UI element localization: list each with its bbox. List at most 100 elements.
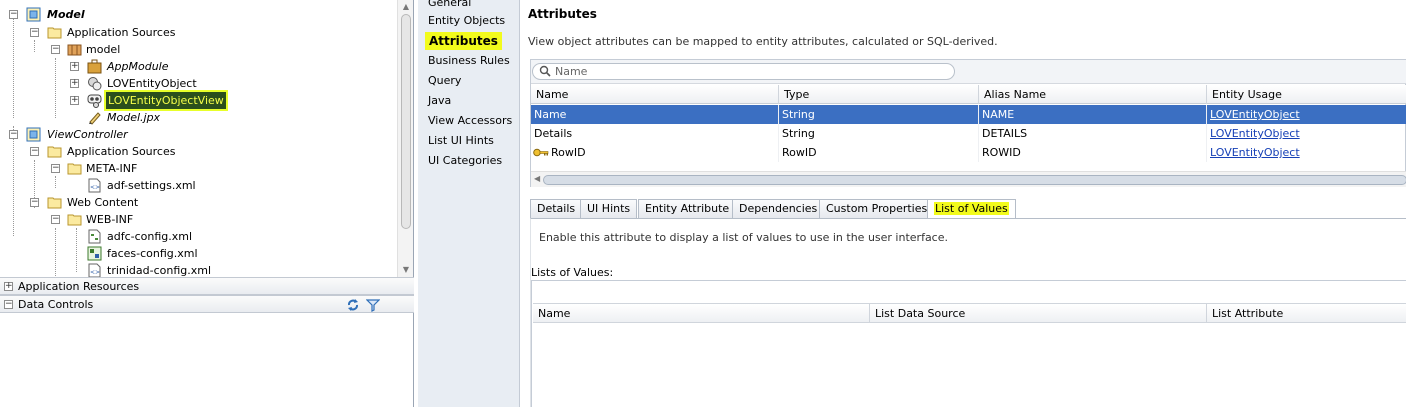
collapse-toggle[interactable]: −: [9, 10, 18, 19]
tab-label: List of Values: [934, 202, 1009, 215]
tab-ui-hints[interactable]: UI Hints: [580, 199, 638, 218]
view-object-icon: [87, 94, 102, 108]
tab-dependencies[interactable]: Dependencies: [732, 199, 825, 218]
lov-table-header: Name List Data Source List Attribute: [533, 303, 1406, 323]
svg-text:<>: <>: [90, 184, 100, 191]
tab-custom-properties[interactable]: Custom Properties: [819, 199, 935, 218]
key-icon: [533, 148, 549, 157]
application-module-icon: [87, 59, 102, 74]
tree-vertical-scrollbar[interactable]: ▲ ▼: [397, 0, 413, 278]
column-header-name[interactable]: Name: [533, 304, 870, 323]
nav-item-business-rules[interactable]: Business Rules: [424, 52, 514, 70]
scroll-down-arrow-icon[interactable]: ▼: [401, 265, 411, 274]
tree-label: META-INF: [86, 162, 138, 175]
search-input[interactable]: [555, 65, 945, 78]
collapse-toggle[interactable]: −: [51, 164, 60, 173]
column-header-type[interactable]: Type: [779, 85, 979, 104]
tree-label: faces-config.xml: [107, 247, 198, 260]
tree-label: WEB-INF: [86, 213, 134, 226]
faces-config-icon: [87, 246, 102, 261]
cell-alias: ROWID: [979, 143, 1207, 162]
application-resources-panel[interactable]: + Application Resources: [0, 277, 414, 295]
page-description: View object attributes can be mapped to …: [528, 35, 998, 48]
project-icon: [26, 127, 41, 142]
tree-label: trinidad-config.xml: [107, 264, 212, 277]
entity-object-icon: [88, 77, 102, 91]
expand-toggle[interactable]: +: [4, 282, 13, 291]
lov-description: Enable this attribute to display a list …: [539, 231, 948, 244]
table-horizontal-scrollbar[interactable]: ◀: [531, 171, 1406, 187]
editor-navigation: General Entity Objects Attributes Busine…: [418, 0, 520, 407]
nav-item-java[interactable]: Java: [424, 92, 455, 110]
column-header-list-attribute[interactable]: List Attribute: [1207, 304, 1406, 323]
data-controls-panel[interactable]: − Data Controls: [0, 295, 414, 313]
column-header-name[interactable]: Name: [531, 85, 779, 104]
cell-alias: NAME: [979, 105, 1207, 124]
nav-item-view-accessors[interactable]: View Accessors: [424, 112, 516, 130]
attributes-table: Name Type Alias Name Entity Usage Name S…: [530, 59, 1406, 187]
collapse-toggle[interactable]: −: [30, 147, 39, 156]
taskflow-file-icon: [88, 229, 101, 244]
scrollbar-thumb[interactable]: [543, 175, 1406, 185]
project-icon: [26, 7, 41, 22]
nav-item-attributes[interactable]: Attributes: [425, 32, 502, 50]
folder-icon: [47, 146, 62, 158]
collapse-toggle[interactable]: −: [30, 198, 39, 207]
expand-toggle[interactable]: +: [70, 79, 79, 88]
table-row[interactable]: Name String NAME LOVEntityObject: [531, 105, 1406, 124]
nav-item-list-ui-hints[interactable]: List UI Hints: [424, 132, 498, 150]
tree-label: Application Sources: [67, 26, 176, 39]
tab-details[interactable]: Details: [530, 199, 583, 218]
tab-entity-attribute[interactable]: Entity Attribute: [638, 199, 737, 218]
tree-label: adf-settings.xml: [107, 179, 196, 192]
cell-type: RowID: [779, 143, 979, 162]
refresh-icon[interactable]: [346, 298, 360, 312]
nav-item-query[interactable]: Query: [424, 72, 465, 90]
nav-item-entity-objects[interactable]: Entity Objects: [424, 12, 509, 30]
collapse-toggle[interactable]: −: [4, 300, 13, 309]
expand-toggle[interactable]: +: [70, 62, 79, 71]
xml-file-icon: <>: [88, 263, 101, 278]
tree-label: LOVEntityObjectView: [104, 90, 228, 111]
entity-usage-link[interactable]: LOVEntityObject: [1207, 124, 1406, 143]
collapse-toggle[interactable]: −: [9, 130, 18, 139]
column-header-list-data-source[interactable]: List Data Source: [870, 304, 1207, 323]
cell-type: String: [779, 105, 979, 124]
entity-usage-link[interactable]: LOVEntityObject: [1207, 143, 1406, 162]
column-header-alias-name[interactable]: Alias Name: [979, 85, 1207, 104]
application-navigator: − Model − Application Sources − model + …: [0, 0, 414, 407]
cell-name-text: RowID: [551, 146, 586, 159]
cell-alias: DETAILS: [979, 124, 1207, 143]
filter-icon[interactable]: [366, 298, 380, 312]
lov-label: Lists of Values:: [531, 266, 614, 279]
collapse-toggle[interactable]: −: [51, 45, 60, 54]
tree-label: ViewController: [47, 128, 128, 141]
project-tree: − Model − Application Sources − model + …: [0, 0, 396, 278]
table-row[interactable]: Details String DETAILS LOVEntityObject: [531, 124, 1406, 143]
scrollbar-thumb[interactable]: [401, 14, 411, 229]
expand-toggle[interactable]: +: [70, 96, 79, 105]
tree-label: Application Sources: [67, 145, 176, 158]
cell-name: Details: [531, 124, 779, 143]
table-row[interactable]: RowID RowID ROWID LOVEntityObject: [531, 143, 1406, 162]
tab-list-of-values[interactable]: List of Values: [927, 199, 1016, 219]
collapse-toggle[interactable]: −: [30, 28, 39, 37]
attributes-page: Attributes View object attributes can be…: [521, 0, 1406, 407]
nav-item-general[interactable]: General: [424, 0, 475, 12]
cell-name: RowID: [531, 143, 779, 162]
cell-name: Name: [531, 105, 779, 124]
panel-title: Application Resources: [18, 280, 140, 293]
search-box[interactable]: [532, 63, 955, 80]
scroll-left-arrow-icon[interactable]: ◀: [534, 174, 540, 183]
folder-icon: [67, 163, 82, 175]
scroll-up-arrow-icon[interactable]: ▲: [401, 2, 411, 11]
tree-label: AppModule: [107, 60, 169, 73]
column-header-entity-usage[interactable]: Entity Usage: [1207, 85, 1406, 104]
nav-item-ui-categories[interactable]: UI Categories: [424, 152, 506, 170]
folder-icon: [67, 214, 82, 226]
collapse-toggle[interactable]: −: [51, 215, 60, 224]
tree-label: Model: [47, 8, 85, 21]
lov-table: Name List Data Source List Attribute: [531, 280, 1406, 407]
entity-usage-link[interactable]: LOVEntityObject: [1207, 105, 1406, 124]
svg-text:<>: <>: [90, 269, 100, 276]
